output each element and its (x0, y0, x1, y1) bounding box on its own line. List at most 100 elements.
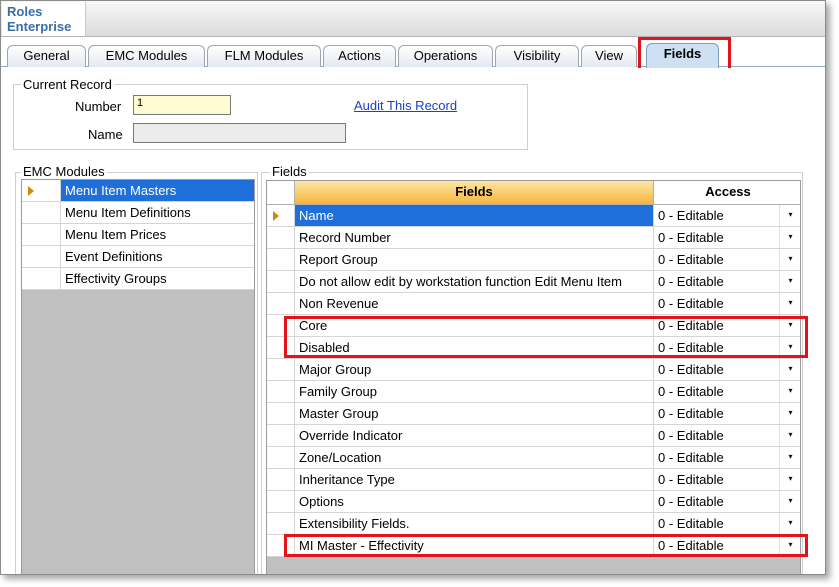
row-selector[interactable] (267, 403, 295, 424)
row-selector[interactable] (267, 315, 295, 336)
access-select[interactable]: 0 - Editable (654, 227, 779, 248)
access-select[interactable]: 0 - Editable (654, 315, 779, 336)
row-selector[interactable] (267, 249, 295, 270)
dropdown-arrow-icon[interactable]: ▾ (779, 359, 800, 380)
audit-record-link[interactable]: Audit This Record (354, 98, 457, 113)
table-row[interactable]: Zone/Location 0 - Editable ▾ (267, 447, 800, 469)
access-select[interactable]: 0 - Editable (654, 425, 779, 446)
field-name-cell[interactable]: Family Group (295, 381, 654, 402)
row-selector[interactable] (267, 205, 295, 226)
access-select[interactable]: 0 - Editable (654, 249, 779, 270)
table-row[interactable]: Non Revenue 0 - Editable ▾ (267, 293, 800, 315)
table-row[interactable]: Record Number 0 - Editable ▾ (267, 227, 800, 249)
tab-emc-modules[interactable]: EMC Modules (88, 45, 205, 67)
tab-fields[interactable]: Fields (646, 43, 719, 68)
dropdown-arrow-icon[interactable]: ▾ (779, 271, 800, 292)
fields-column-header[interactable]: Fields (295, 181, 654, 205)
number-field[interactable]: 1 (133, 95, 231, 115)
tab-view[interactable]: View (581, 45, 637, 67)
access-select[interactable]: 0 - Editable (654, 205, 779, 226)
row-selector[interactable] (267, 227, 295, 248)
row-selector[interactable] (267, 469, 295, 490)
row-selector (22, 224, 61, 245)
access-select[interactable]: 0 - Editable (654, 293, 779, 314)
access-select[interactable]: 0 - Editable (654, 513, 779, 534)
dropdown-arrow-icon[interactable]: ▾ (779, 249, 800, 270)
name-field[interactable] (133, 123, 346, 143)
list-item[interactable]: Effectivity Groups (22, 268, 254, 290)
field-name-cell[interactable]: Override Indicator (295, 425, 654, 446)
field-name-cell[interactable]: Master Group (295, 403, 654, 424)
list-item-label: Menu Item Prices (65, 227, 167, 242)
access-column-header[interactable]: Access (654, 181, 800, 205)
tab-operations[interactable]: Operations (398, 45, 493, 67)
field-name-cell[interactable]: Disabled (295, 337, 654, 358)
table-row[interactable]: Inheritance Type 0 - Editable ▾ (267, 469, 800, 491)
tab-actions[interactable]: Actions (323, 45, 396, 67)
access-select[interactable]: 0 - Editable (654, 381, 779, 402)
table-row[interactable]: Report Group 0 - Editable ▾ (267, 249, 800, 271)
field-name-cell[interactable]: Do not allow edit by workstation functio… (295, 271, 654, 292)
table-row[interactable]: Override Indicator 0 - Editable ▾ (267, 425, 800, 447)
dropdown-arrow-icon[interactable]: ▾ (779, 535, 800, 556)
table-row[interactable]: Extensibility Fields. 0 - Editable ▾ (267, 513, 800, 535)
table-row[interactable]: Core 0 - Editable ▾ (267, 315, 800, 337)
row-selector[interactable] (267, 491, 295, 512)
row-selector[interactable] (267, 425, 295, 446)
row-selector[interactable] (267, 359, 295, 380)
dropdown-arrow-icon[interactable]: ▾ (779, 293, 800, 314)
table-row[interactable]: Do not allow edit by workstation functio… (267, 271, 800, 293)
table-row[interactable]: Family Group 0 - Editable ▾ (267, 381, 800, 403)
table-row[interactable]: Master Group 0 - Editable ▾ (267, 403, 800, 425)
list-item[interactable]: Menu Item Definitions (22, 202, 254, 224)
dropdown-arrow-icon[interactable]: ▾ (779, 403, 800, 424)
dropdown-arrow-icon[interactable]: ▾ (779, 425, 800, 446)
access-select[interactable]: 0 - Editable (654, 337, 779, 358)
field-name-cell[interactable]: Non Revenue (295, 293, 654, 314)
list-item[interactable]: Menu Item Prices (22, 224, 254, 246)
table-row[interactable]: MI Master - Effectivity 0 - Editable ▾ (267, 535, 800, 557)
field-name-cell[interactable]: MI Master - Effectivity (295, 535, 654, 556)
field-name-cell[interactable]: Major Group (295, 359, 654, 380)
dropdown-arrow-icon[interactable]: ▾ (779, 315, 800, 336)
list-item[interactable]: Event Definitions (22, 246, 254, 268)
dropdown-arrow-icon[interactable]: ▾ (779, 227, 800, 248)
access-select[interactable]: 0 - Editable (654, 535, 779, 556)
field-name-cell[interactable]: Extensibility Fields. (295, 513, 654, 534)
table-row[interactable]: Major Group 0 - Editable ▾ (267, 359, 800, 381)
row-selector[interactable] (267, 381, 295, 402)
dropdown-arrow-icon[interactable]: ▾ (779, 337, 800, 358)
tab-visibility[interactable]: Visibility (495, 45, 579, 67)
dropdown-arrow-icon[interactable]: ▾ (779, 447, 800, 468)
row-selector[interactable] (267, 271, 295, 292)
field-name-cell[interactable]: Name (295, 205, 654, 226)
tab-general[interactable]: General (7, 45, 86, 67)
table-row[interactable]: Options 0 - Editable ▾ (267, 491, 800, 513)
row-selector[interactable] (267, 337, 295, 358)
table-row[interactable]: Name 0 - Editable ▾ (267, 205, 800, 227)
field-name-cell[interactable]: Report Group (295, 249, 654, 270)
table-row[interactable]: Disabled 0 - Editable ▾ (267, 337, 800, 359)
tab-flm-modules[interactable]: FLM Modules (207, 45, 321, 67)
access-select[interactable]: 0 - Editable (654, 271, 779, 292)
field-name-cell[interactable]: Inheritance Type (295, 469, 654, 490)
access-select[interactable]: 0 - Editable (654, 359, 779, 380)
dropdown-arrow-icon[interactable]: ▾ (779, 469, 800, 490)
row-selector[interactable] (267, 535, 295, 556)
field-name-cell[interactable]: Core (295, 315, 654, 336)
row-selector[interactable] (267, 293, 295, 314)
dropdown-arrow-icon[interactable]: ▾ (779, 381, 800, 402)
field-name-cell[interactable]: Options (295, 491, 654, 512)
list-item[interactable]: Menu Item Masters (22, 180, 254, 202)
field-name-cell[interactable]: Zone/Location (295, 447, 654, 468)
field-name-cell[interactable]: Record Number (295, 227, 654, 248)
row-selector[interactable] (267, 513, 295, 534)
dropdown-arrow-icon[interactable]: ▾ (779, 491, 800, 512)
access-select[interactable]: 0 - Editable (654, 469, 779, 490)
dropdown-arrow-icon[interactable]: ▾ (779, 205, 800, 226)
access-select[interactable]: 0 - Editable (654, 491, 779, 512)
dropdown-arrow-icon[interactable]: ▾ (779, 513, 800, 534)
access-select[interactable]: 0 - Editable (654, 447, 779, 468)
access-select[interactable]: 0 - Editable (654, 403, 779, 424)
row-selector[interactable] (267, 447, 295, 468)
